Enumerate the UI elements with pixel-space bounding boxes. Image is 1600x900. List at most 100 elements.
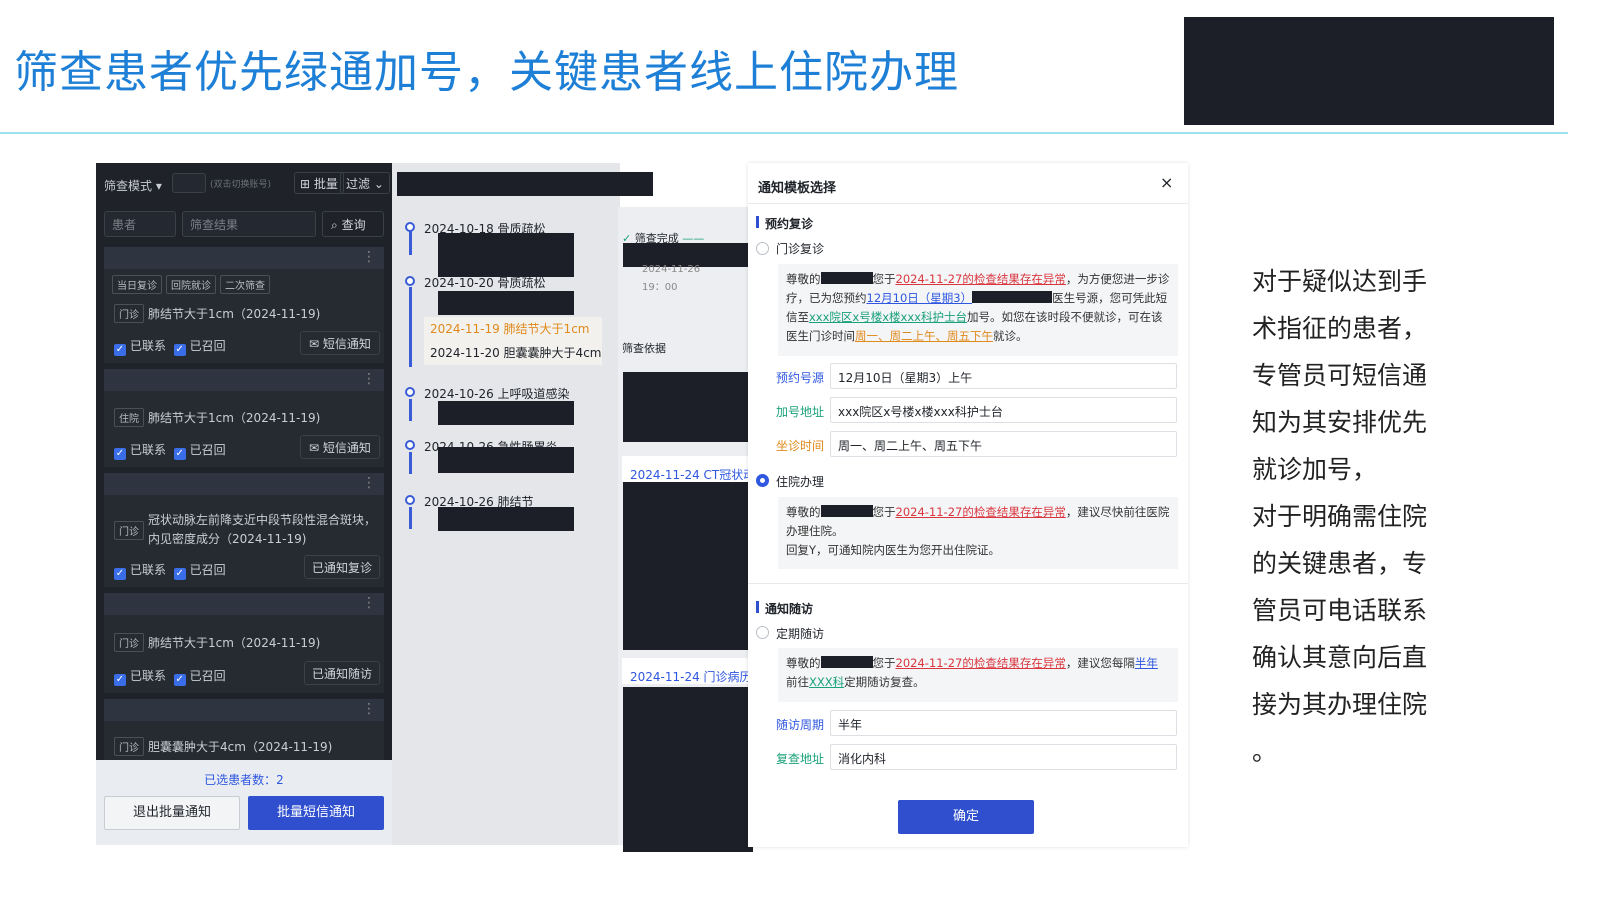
report-card[interactable]: 2024-11-24 门诊病历 [622,658,752,684]
followup-notified-button[interactable]: 已通知随访 [304,661,381,685]
redacted-block [438,507,574,531]
more-icon[interactable]: ⋮ [362,475,376,491]
inpatient-label[interactable]: 住院办理 [776,473,824,490]
mail-icon: ✉ [309,337,320,351]
contacted-label: 已联系 [130,443,167,457]
query-button[interactable]: ⌕ 查询 [322,211,384,237]
timeline-node [405,440,415,450]
recalled-label: 已召回 [189,563,226,577]
redacted-doctor [972,291,1053,303]
mode-dropdown[interactable]: 筛查模式 ▾ [104,177,162,194]
outpatient-followup-label[interactable]: 门诊复诊 [776,240,824,257]
timeline-entry[interactable]: 2024-10-26 上呼吸道感染 [424,385,570,402]
batch-button[interactable]: ⊞ 批量 [294,172,344,194]
status-row: ✓ 已联系 ✓ 已召回 [114,337,226,356]
more-icon[interactable]: ⋮ [362,371,376,387]
timeline-node [405,222,415,232]
card-header-redacted: ⋮ [104,699,384,721]
sms-notify-button[interactable]: ✉ 短信通知 [300,331,380,355]
switch-account-hint: (双击切换账号) [210,180,272,190]
card-header-redacted: ⋮ [104,369,384,391]
confirm-button[interactable]: 确定 [898,800,1034,834]
timeline-entry[interactable]: 2024-11-20 胆囊囊肿大于4cm [430,344,601,361]
card-desc-row: 门诊 胆囊囊肿大于4cm（2024-11-19) [114,737,332,756]
status-row: ✓ 已联系 ✓ 已召回 [114,561,226,580]
add-address-input[interactable]: xxx院区x号楼x楼xxx科护士台 [830,397,1177,423]
account-field[interactable] [172,173,206,193]
report-card[interactable]: 2024-11-24 CT冠状动 [622,456,755,482]
history-timeline: 2024-10-18 骨质疏松 2024-10-20 骨质疏松 2024-11-… [392,163,653,845]
appointment-message-preview: 尊敬的 您于2024-11-27的检查结果存在异常，为方便您进一步诊疗，已为您预约… [778,264,1178,356]
review-address-input[interactable]: 消化内科 [830,744,1177,770]
timeline-entry-highlight[interactable]: 2024-11-19 肺结节大于1cm [430,320,589,337]
description-line: 对于疑似达到手 [1252,267,1428,296]
description-line: 接为其办理住院 [1252,690,1428,719]
diagnosis-line: 冠状动脉左前降支近中段节段性混合斑块， [148,513,377,527]
more-icon[interactable]: ⋮ [362,595,376,611]
exit-batch-button[interactable]: 退出批量通知 [104,796,240,830]
visit-type-badge-wrap: 门诊 [114,521,148,540]
description-line: 对于明确需住院 [1252,502,1428,531]
patient-search-input[interactable]: 患者 [104,211,176,237]
patient-card[interactable]: ⋮ 门诊 冠状动脉左前降支近中段节段性混合斑块， 内见密度成分（2024-11-1… [104,473,384,587]
redacted-block [438,401,574,425]
status-row: ✓ 已联系 ✓ 已召回 [114,667,226,686]
timeline-line [409,399,412,421]
section-followup-title: 通知随访 [755,601,814,616]
report-title: 2024-11-24 门诊病历 [630,670,752,684]
redacted-block [438,233,574,277]
notification-template-modal: 通知模板选择 × 预约复诊 门诊复诊 尊敬的 您于2024-11-27的检查结果存… [748,163,1188,847]
field-label: 预约号源 [776,371,825,385]
tag-row: 当日复诊 回院就诊 二次筛查 [112,275,274,294]
tag-second-screening[interactable]: 二次筛查 [220,275,270,294]
result-search-input[interactable]: 筛查结果 [182,211,316,237]
card-desc-row: 住院 肺结节大于1cm（2024-11-19) [114,408,320,427]
recalled-checkbox[interactable]: ✓ [173,674,186,686]
description-line: 。 [1252,737,1278,766]
regular-followup-label[interactable]: 定期随访 [776,625,824,642]
clinic-time-text: 周一、周二上午、周五下午 [855,329,993,343]
tag-same-day-followup[interactable]: 当日复诊 [112,275,162,294]
contacted-checkbox[interactable]: ✓ [114,344,126,356]
inpatient-radio[interactable] [756,474,769,487]
recalled-checkbox[interactable]: ✓ [173,568,186,580]
batch-sms-button[interactable]: 批量短信通知 [248,796,384,830]
query-label: 查询 [341,218,366,232]
batch-label: 批量 [313,177,338,191]
patient-card[interactable]: ⋮ 门诊 胆囊囊肿大于4cm（2024-11-19) [104,699,384,760]
followup-period-input[interactable]: 半年 [830,710,1177,736]
followup-notified-button[interactable]: 已通知复诊 [304,555,381,579]
clinic-time-input[interactable]: 周一、周二上午、周五下午 [830,431,1177,457]
msg-text: 尊敬的 [786,505,821,519]
more-icon[interactable]: ⋮ [362,249,376,265]
recalled-checkbox[interactable]: ✓ [173,344,186,356]
patient-card[interactable]: ⋮ 当日复诊 回院就诊 二次筛查 门诊 肺结节大于1cm（2024-11-19) ✓ 已… [104,247,384,363]
contacted-checkbox[interactable]: ✓ [114,568,126,580]
filter-label: 过滤 [346,177,371,191]
outpatient-followup-radio[interactable] [756,242,769,255]
abnormal-result-link: 2024-11-27的检查结果存在异常 [895,656,1066,670]
batch-action-bar: 已选患者数：2 退出批量通知 批量短信通知 [96,760,392,845]
redacted-name [820,656,873,668]
close-icon[interactable]: × [1160,173,1173,192]
followup-message-preview: 尊敬的 您于2024-11-27的检查结果存在异常，建议您每隔半年 前往XXX科定期… [778,648,1178,702]
contacted-checkbox[interactable]: ✓ [114,674,126,686]
filter-button[interactable]: 过滤 ⌄ [340,172,390,194]
redacted-block [623,372,753,442]
msg-text: ，建议您每隔 [1065,656,1135,670]
appointment-slot-input[interactable]: 12月10日（星期3）上午 [830,363,1177,389]
basis-label: 筛查依据 [622,342,666,355]
recalled-checkbox[interactable]: ✓ [173,448,186,460]
regular-followup-radio[interactable] [756,626,769,639]
abnormal-result-link: 2024-11-27的检查结果存在异常 [895,505,1066,519]
sms-notify-button[interactable]: ✉ 短信通知 [300,435,380,459]
tag-return-visit[interactable]: 回院就诊 [166,275,216,294]
patient-card[interactable]: ⋮ 门诊 肺结节大于1cm（2024-11-19) ✓ 已联系 ✓ 已召回 已通知随访 [104,593,384,693]
action-label: 短信通知 [322,337,371,351]
msg-text: 您于 [872,505,896,519]
patient-card[interactable]: ⋮ 住院 肺结节大于1cm（2024-11-19) ✓ 已联系 ✓ 已召回 ✉ 短信通… [104,369,384,467]
description-line: 专管员可短信通 [1252,361,1428,390]
timeline-entry[interactable]: 2024-10-20 骨质疏松 [424,274,546,291]
more-icon[interactable]: ⋮ [362,701,376,717]
contacted-checkbox[interactable]: ✓ [114,448,126,460]
